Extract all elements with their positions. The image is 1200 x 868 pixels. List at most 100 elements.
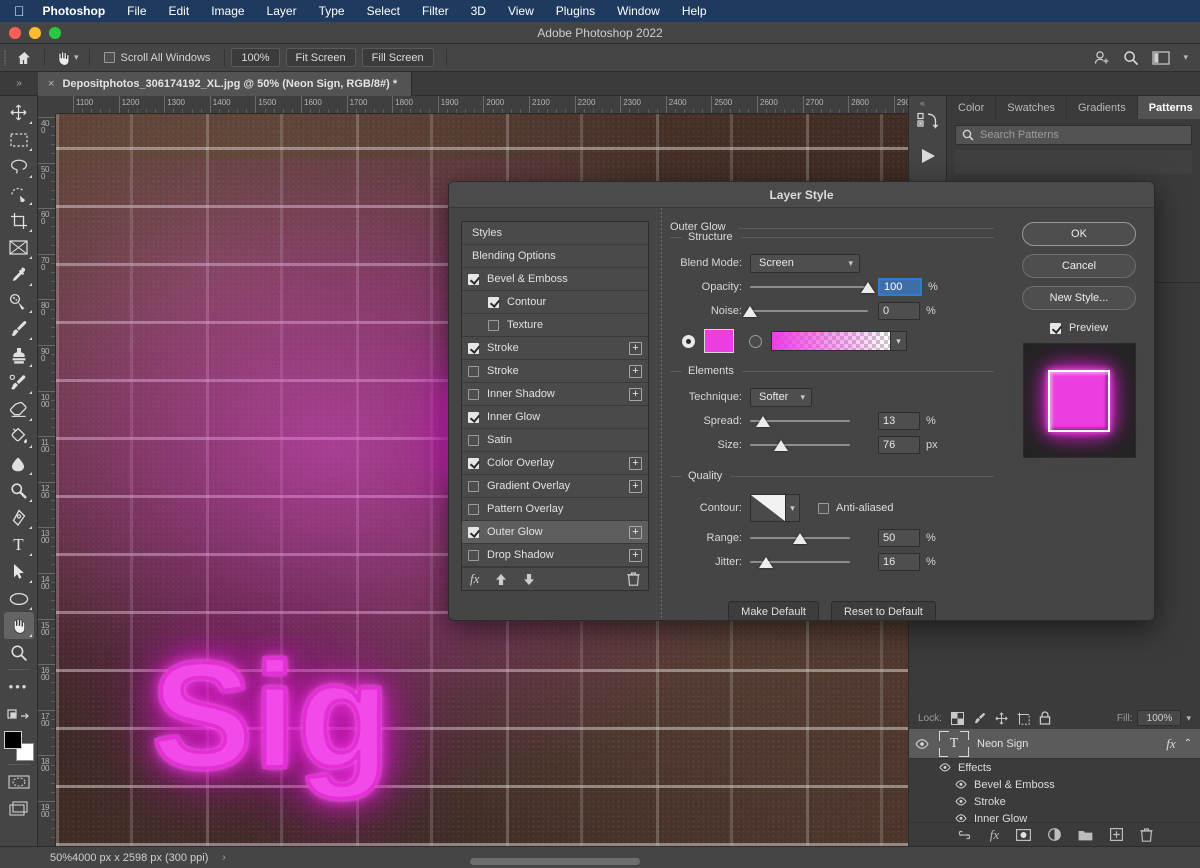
style-checkbox[interactable] — [488, 320, 499, 331]
menu-item-type[interactable]: Type — [319, 4, 345, 18]
quick-mask-mode-icon[interactable] — [4, 768, 34, 795]
styles-row-bevel-emboss[interactable]: Bevel & Emboss — [462, 268, 648, 291]
fx-icon[interactable]: fx — [470, 571, 479, 587]
styles-row-pattern-overlay[interactable]: Pattern Overlay — [462, 498, 648, 521]
glow-color-swatch[interactable] — [704, 329, 734, 353]
opacity-slider-knob[interactable] — [861, 282, 875, 293]
paint-bucket-icon[interactable] — [4, 423, 34, 450]
path-select-icon[interactable] — [4, 558, 34, 585]
brush-icon[interactable] — [4, 315, 34, 342]
home-icon[interactable] — [10, 44, 38, 72]
opacity-input[interactable]: 100 — [878, 278, 922, 296]
new-layer-icon[interactable] — [1110, 828, 1123, 841]
add-effect-icon[interactable]: + — [629, 342, 642, 355]
make-default-button[interactable]: Make Default — [728, 601, 819, 621]
stamp-icon[interactable] — [4, 342, 34, 369]
foreground-background-color[interactable] — [4, 731, 34, 761]
libraries-icon[interactable] — [917, 112, 939, 132]
expand-effects-caret-icon[interactable]: ⌃ — [1184, 738, 1192, 749]
menu-item-window[interactable]: Window — [617, 4, 660, 18]
menu-item-3d[interactable]: 3D — [471, 4, 486, 18]
tab-gradients[interactable]: Gradients — [1067, 96, 1138, 119]
add-effect-icon[interactable]: + — [629, 457, 642, 470]
style-checkbox[interactable] — [468, 504, 479, 515]
style-checkbox[interactable] — [468, 366, 479, 377]
add-effect-icon[interactable]: + — [629, 388, 642, 401]
style-checkbox[interactable] — [468, 481, 479, 492]
quick-mask-toggle-icon[interactable] — [4, 700, 34, 727]
zoom-level[interactable]: 50% — [0, 852, 60, 864]
zoom-icon[interactable] — [4, 639, 34, 666]
preview-checkbox[interactable]: Preview — [1050, 322, 1108, 334]
menu-item-plugins[interactable]: Plugins — [556, 4, 595, 18]
solid-color-radio[interactable] — [682, 335, 695, 348]
frame-icon[interactable] — [4, 234, 34, 261]
chevron-down-icon[interactable]: ▾ — [74, 52, 79, 63]
chevron-down-icon[interactable]: ▾ — [891, 331, 907, 351]
move-up-icon[interactable] — [495, 573, 507, 586]
chevron-down-icon[interactable]: ▾ — [1186, 713, 1191, 724]
styles-row-stroke-1[interactable]: Stroke + — [462, 337, 648, 360]
contour-picker[interactable]: ▾ — [750, 494, 800, 522]
menu-item-view[interactable]: View — [508, 4, 534, 18]
actions-play-icon[interactable] — [918, 146, 938, 166]
menu-item-help[interactable]: Help — [682, 4, 707, 18]
menu-item-filter[interactable]: Filter — [422, 4, 449, 18]
size-slider-knob[interactable] — [774, 440, 788, 451]
styles-row-gradient-overlay[interactable]: Gradient Overlay + — [462, 475, 648, 498]
style-checkbox[interactable] — [468, 274, 479, 285]
styles-row-contour[interactable]: Contour — [462, 291, 648, 314]
styles-row-drop-shadow[interactable]: Drop Shadow + — [462, 544, 648, 567]
fill-screen-button[interactable]: Fill Screen — [362, 48, 434, 67]
expand-panels-icon[interactable]: » — [0, 78, 38, 89]
add-effect-icon[interactable]: + — [629, 549, 642, 562]
status-expand-icon[interactable]: › — [208, 852, 225, 863]
chevron-down-icon[interactable]: ▾ — [786, 494, 800, 522]
menu-item-file[interactable]: File — [127, 4, 146, 18]
crop-icon[interactable] — [4, 207, 34, 234]
effect-visibility-icon[interactable] — [955, 814, 967, 822]
lock-all-icon[interactable] — [1039, 711, 1051, 725]
ellipsis-icon[interactable]: ••• — [4, 673, 34, 700]
dodge-icon[interactable] — [4, 477, 34, 504]
add-layer-style-icon[interactable]: fx — [990, 827, 999, 843]
tab-color[interactable]: Color — [947, 96, 996, 119]
fill-value[interactable]: 100% — [1137, 710, 1181, 726]
screen-mode-icon[interactable] — [4, 795, 34, 822]
style-checkbox[interactable] — [488, 297, 499, 308]
effects-visibility-icon[interactable] — [939, 763, 951, 772]
layer-name[interactable]: Neon Sign — [977, 738, 1028, 750]
scroll-all-windows-checkbox[interactable]: Scroll All Windows — [96, 52, 219, 64]
share-icon[interactable] — [1093, 50, 1110, 65]
link-layers-icon[interactable] — [956, 830, 973, 840]
move-down-icon[interactable] — [523, 573, 535, 586]
styles-row-blending-options[interactable]: Blending Options — [462, 245, 648, 268]
effect-bevel-emboss[interactable]: Bevel & Emboss — [955, 776, 1200, 793]
horizontal-scrollbar[interactable] — [470, 858, 640, 865]
object-select-icon[interactable] — [4, 180, 34, 207]
anti-aliased-checkbox[interactable]: Anti-aliased — [818, 502, 893, 514]
tab-swatches[interactable]: Swatches — [996, 96, 1067, 119]
options-bar-grip[interactable] — [0, 44, 10, 72]
effect-visibility-icon[interactable] — [955, 797, 967, 806]
style-checkbox[interactable] — [468, 527, 479, 538]
lasso-icon[interactable] — [4, 153, 34, 180]
document-tab[interactable]: × Depositphotos_306174192_XL.jpg @ 50% (… — [38, 72, 412, 96]
jitter-slider[interactable] — [750, 553, 850, 572]
ok-button[interactable]: OK — [1022, 222, 1136, 246]
blur-icon[interactable] — [4, 450, 34, 477]
layer-effects-indicator[interactable]: fx ⌃ — [1166, 736, 1200, 752]
add-layer-mask-icon[interactable] — [1016, 829, 1031, 841]
menu-item-layer[interactable]: Layer — [267, 4, 297, 18]
effect-visibility-icon[interactable] — [955, 780, 967, 789]
contour-preview[interactable] — [750, 494, 786, 522]
technique-select[interactable]: Softer ▾ — [750, 388, 812, 407]
lock-position-icon[interactable] — [995, 712, 1008, 725]
cancel-button[interactable]: Cancel — [1022, 254, 1136, 278]
close-icon[interactable]: × — [48, 78, 54, 90]
move-tool[interactable] — [4, 99, 34, 126]
gradient-swatch[interactable] — [771, 331, 891, 351]
lock-image-pixels-icon[interactable] — [973, 712, 986, 725]
add-effect-icon[interactable]: + — [629, 526, 642, 539]
blend-mode-select[interactable]: Screen ▾ — [750, 254, 860, 273]
